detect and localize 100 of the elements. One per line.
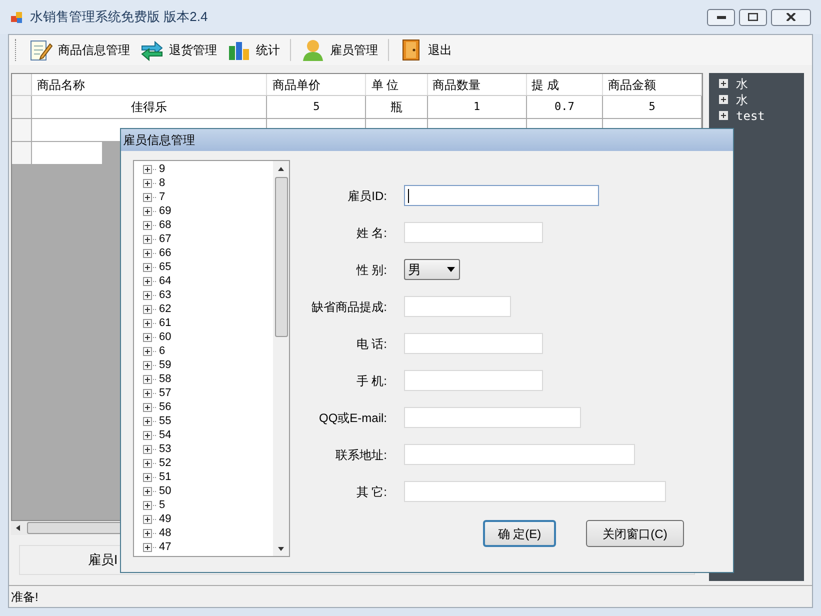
expand-icon[interactable] xyxy=(719,95,728,104)
tree-item[interactable]: 61 xyxy=(159,314,172,332)
dialog-button[interactable]: 确 定(E) xyxy=(483,520,556,547)
tree-item[interactable]: test xyxy=(736,106,765,124)
tree-item[interactable]: 57 xyxy=(159,384,172,402)
expand-icon[interactable] xyxy=(143,388,157,398)
tree-item[interactable]: 8 xyxy=(159,174,166,192)
expand-icon[interactable] xyxy=(143,416,157,426)
expand-icon[interactable] xyxy=(143,374,157,384)
expand-icon[interactable] xyxy=(143,220,157,230)
tree-item[interactable]: 水 xyxy=(736,90,748,108)
field-label: 其 它: xyxy=(355,484,388,500)
field-label: 联系地址: xyxy=(334,446,388,464)
tree-item[interactable]: 50 xyxy=(159,482,172,500)
tree-item[interactable]: 48 xyxy=(159,524,172,542)
tree-item[interactable]: 49 xyxy=(159,510,172,528)
field-label: 手 机: xyxy=(355,372,388,390)
expand-icon[interactable] xyxy=(143,458,157,468)
status-text: 准备! xyxy=(11,588,38,606)
tree-item[interactable]: 53 xyxy=(159,440,172,458)
expand-icon[interactable] xyxy=(143,402,157,412)
maximize-icon xyxy=(748,13,758,21)
expand-icon[interactable] xyxy=(143,164,157,174)
expand-icon[interactable] xyxy=(143,276,157,286)
tree-item[interactable]: 9 xyxy=(159,161,166,178)
column-header[interactable]: 单 位 xyxy=(366,74,428,95)
arrows-icon xyxy=(140,38,164,62)
toolbar-button[interactable]: 雇员管理 xyxy=(297,36,382,64)
tree-item[interactable]: 47 xyxy=(159,538,172,556)
tree-item[interactable]: 水 xyxy=(736,74,748,92)
expand-icon[interactable] xyxy=(143,514,157,524)
maximize-button[interactable] xyxy=(739,8,767,26)
dialog-button[interactable]: 关闭窗口(C) xyxy=(586,520,684,547)
expand-icon[interactable] xyxy=(143,332,157,342)
column-header[interactable]: 商品金额 xyxy=(603,74,702,95)
tree-item[interactable]: 6 xyxy=(159,342,166,360)
tree-item[interactable]: 64 xyxy=(159,272,172,290)
expand-icon[interactable] xyxy=(143,346,157,356)
expand-icon[interactable] xyxy=(143,472,157,482)
column-header[interactable]: 商品数量 xyxy=(428,74,527,95)
expand-icon[interactable] xyxy=(143,206,157,216)
tree-item[interactable]: 66 xyxy=(159,244,172,262)
toolbar-button[interactable]: 退出 xyxy=(395,36,456,64)
expand-icon[interactable] xyxy=(143,304,157,314)
tree-item[interactable]: 59 xyxy=(159,356,172,374)
expand-icon[interactable] xyxy=(143,528,157,538)
table-cell: 5 xyxy=(267,96,366,118)
tree-item[interactable]: 58 xyxy=(159,370,172,388)
expand-icon[interactable] xyxy=(143,430,157,440)
gender-dropdown[interactable]: 男 xyxy=(404,259,460,280)
column-header[interactable]: 商品单价 xyxy=(267,74,366,95)
app-icon xyxy=(10,10,24,24)
tree-item[interactable]: 7 xyxy=(159,188,166,206)
expand-icon[interactable] xyxy=(143,262,157,272)
vertical-scrollbar[interactable] xyxy=(273,161,289,556)
tree-item[interactable]: 62 xyxy=(159,300,172,318)
tree-item[interactable]: 67 xyxy=(159,230,172,248)
expand-icon[interactable] xyxy=(143,486,157,496)
minimize-icon xyxy=(716,16,726,18)
tree-item[interactable]: 68 xyxy=(159,216,172,234)
expand-icon[interactable] xyxy=(143,234,157,244)
tree-item[interactable]: 60 xyxy=(159,328,172,346)
expand-icon[interactable] xyxy=(143,318,157,328)
column-header[interactable]: 提 成 xyxy=(526,74,603,95)
expand-icon[interactable] xyxy=(143,248,157,258)
table-cell: 瓶 xyxy=(366,96,428,118)
expand-icon[interactable] xyxy=(143,192,157,202)
field-label: 电 话: xyxy=(355,336,388,352)
expand-icon[interactable] xyxy=(143,178,157,188)
tree-item[interactable]: 63 xyxy=(159,286,172,304)
close-icon xyxy=(786,13,796,21)
expand-icon[interactable] xyxy=(143,542,157,552)
field-label: 性 别: xyxy=(355,262,388,278)
tree-item[interactable]: 54 xyxy=(159,426,172,444)
field-label: 姓 名: xyxy=(355,224,388,242)
table-cell: 5 xyxy=(603,96,702,118)
input-field[interactable] xyxy=(404,185,599,206)
expand-icon[interactable] xyxy=(143,500,157,510)
column-header[interactable]: 商品名称 xyxy=(32,74,268,95)
tree-item[interactable]: 56 xyxy=(159,398,172,416)
dialog-title: 雇员信息管理 xyxy=(123,132,195,149)
tree-item[interactable]: 55 xyxy=(159,412,172,430)
dropdown-arrow-icon xyxy=(447,267,455,272)
expand-icon[interactable] xyxy=(143,290,157,300)
tree-item[interactable]: 69 xyxy=(159,202,172,220)
tree-item[interactable]: 5 xyxy=(159,496,166,514)
tree-item[interactable]: 65 xyxy=(159,258,172,276)
close-button[interactable] xyxy=(771,8,811,26)
field-label: 雇员ID: xyxy=(346,188,388,204)
field-label: 缺省商品提成: xyxy=(310,298,388,316)
expand-icon[interactable] xyxy=(143,360,157,370)
tree-item[interactable]: 52 xyxy=(159,454,172,472)
minimize-button[interactable] xyxy=(707,8,735,26)
expand-icon[interactable] xyxy=(719,111,728,120)
toolbar-button[interactable]: 商品信息管理 xyxy=(25,36,134,64)
tree-item[interactable]: 51 xyxy=(159,468,172,486)
toolbar-button[interactable]: 退货管理 xyxy=(136,36,221,64)
toolbar-button[interactable]: 统计 xyxy=(223,36,284,64)
expand-icon[interactable] xyxy=(719,79,728,88)
expand-icon[interactable] xyxy=(143,444,157,454)
